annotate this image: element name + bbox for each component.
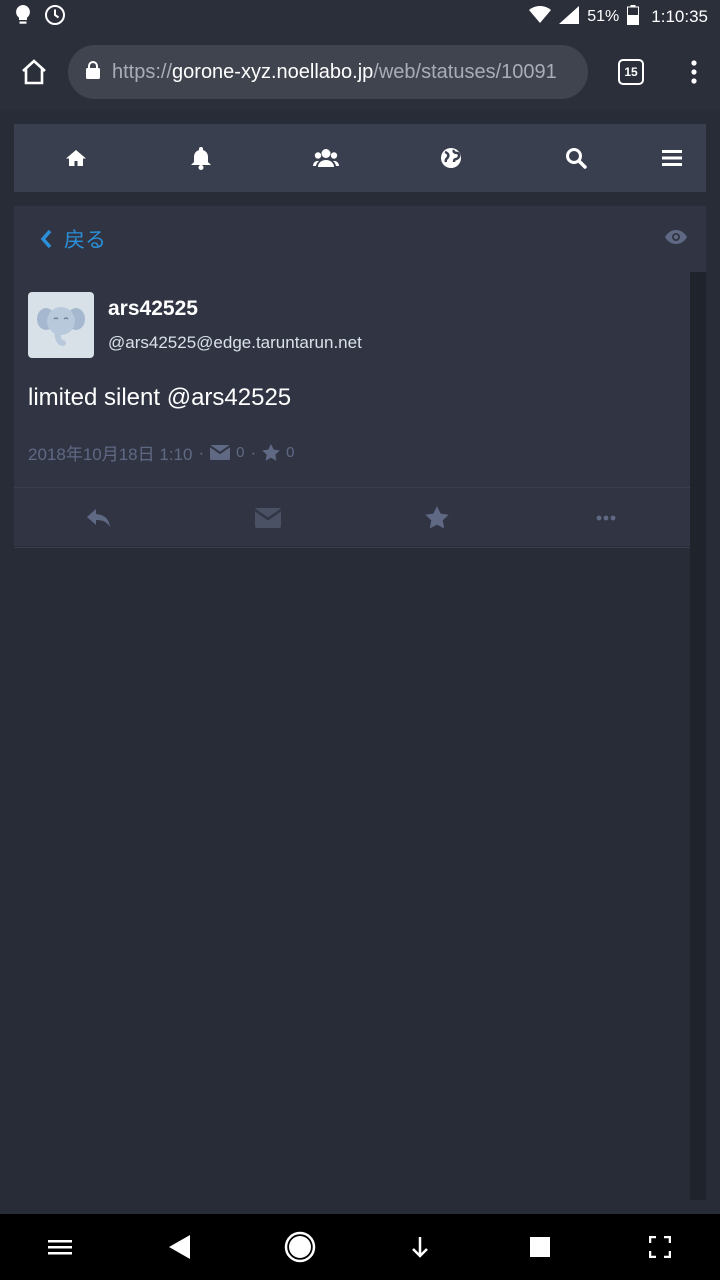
- direct-count: 0: [236, 444, 245, 461]
- battery-percent: 51%: [587, 8, 620, 25]
- url-text: https://gorone-xyz.noellabo.jp/web/statu…: [112, 60, 557, 83]
- address-bar[interactable]: https://gorone-xyz.noellabo.jp/web/statu…: [68, 45, 588, 99]
- browser-home-button[interactable]: [0, 34, 68, 110]
- avatar[interactable]: [28, 292, 94, 358]
- eye-icon: [665, 229, 687, 244]
- nav-federated-timeline[interactable]: [388, 124, 513, 192]
- nav-notifications[interactable]: [138, 124, 263, 192]
- fullscreen-icon: [649, 1236, 671, 1258]
- account-handle: @ars42525@edge.taruntarun.net: [108, 333, 362, 352]
- status-header: ars42525 @ars42525@edge.taruntarun.net: [28, 292, 676, 358]
- tab-switcher-button[interactable]: 15: [588, 34, 674, 110]
- display-name[interactable]: ars42525: [108, 297, 362, 321]
- chevron-left-icon: [40, 229, 52, 249]
- nav-down-button[interactable]: [390, 1217, 450, 1277]
- envelope-icon: [254, 507, 281, 528]
- reply-button[interactable]: [14, 488, 183, 548]
- home-outline-icon: [22, 59, 46, 85]
- status-bar: 51% 1:10:35: [0, 0, 720, 34]
- nav-home[interactable]: [14, 124, 138, 192]
- home-circle-icon: [284, 1231, 316, 1263]
- users-icon: [312, 149, 339, 167]
- bars-icon: [662, 150, 682, 166]
- nav-home-button[interactable]: [270, 1217, 330, 1277]
- status-content: limited silent @ars42525: [28, 384, 292, 411]
- tab-count: 15: [618, 59, 644, 85]
- square-icon: [530, 1237, 550, 1257]
- back-button[interactable]: 戻る: [40, 224, 106, 254]
- nav-fullscreen-button[interactable]: [630, 1217, 690, 1277]
- nav-menu[interactable]: [638, 124, 706, 192]
- bulb-icon: [14, 4, 32, 31]
- app-nav: [14, 124, 706, 192]
- wifi-icon: [529, 5, 552, 29]
- column-header: 戻る: [14, 206, 706, 272]
- meta-separator: ·: [198, 442, 205, 462]
- browser-toolbar: https://gorone-xyz.noellabo.jp/web/statu…: [0, 34, 720, 110]
- globe-icon: [440, 148, 461, 168]
- android-nav-bar: [0, 1214, 720, 1280]
- envelope-icon: [210, 445, 231, 460]
- nav-search[interactable]: [513, 124, 638, 192]
- nav-menu-button[interactable]: [30, 1217, 90, 1277]
- nav-back-button[interactable]: [150, 1217, 210, 1277]
- hamburger-icon: [48, 1240, 72, 1255]
- more-options-button[interactable]: [521, 488, 690, 548]
- status-timestamp[interactable]: 2018年10月18日 1:10: [28, 440, 192, 465]
- signal-icon: [559, 5, 580, 29]
- kebab-menu-icon: [691, 60, 697, 84]
- scrollbar[interactable]: [690, 272, 706, 1200]
- home-icon: [66, 150, 86, 166]
- star-icon: [424, 506, 449, 529]
- status-column: 戻る ars42525 @ars42525@edge.taruntarun.ne…: [14, 206, 706, 1200]
- status-detail: ars42525 @ars42525@edge.taruntarun.net l…: [14, 272, 690, 548]
- browser-menu-button[interactable]: [674, 34, 714, 110]
- meta-separator: ·: [250, 442, 257, 462]
- elephant-icon: [37, 307, 85, 346]
- clock-time: 1:10:35: [651, 7, 708, 26]
- lock-icon: [86, 60, 100, 84]
- status-action-bar: [14, 487, 690, 548]
- favourite-count: 0: [286, 444, 295, 461]
- nav-recents-button[interactable]: [510, 1217, 570, 1277]
- arrow-down-icon: [412, 1237, 428, 1258]
- back-triangle-icon: [169, 1235, 190, 1259]
- status-meta: 2018年10月18日 1:10 · 0 · 0: [28, 440, 676, 465]
- column-scroll-area[interactable]: ars42525 @ars42525@edge.taruntarun.net l…: [14, 272, 690, 1200]
- favourite-button[interactable]: [352, 488, 521, 548]
- search-icon: [565, 148, 587, 169]
- alarm-icon: [44, 4, 66, 31]
- star-icon: [262, 444, 280, 461]
- ellipsis-icon: [596, 515, 615, 520]
- nav-local-timeline[interactable]: [263, 124, 388, 192]
- reply-icon: [86, 508, 110, 527]
- back-label: 戻る: [64, 229, 106, 252]
- battery-icon: [627, 4, 640, 30]
- bell-icon: [190, 147, 211, 170]
- toggle-visibility-button[interactable]: [664, 229, 688, 250]
- direct-message-button[interactable]: [183, 488, 352, 548]
